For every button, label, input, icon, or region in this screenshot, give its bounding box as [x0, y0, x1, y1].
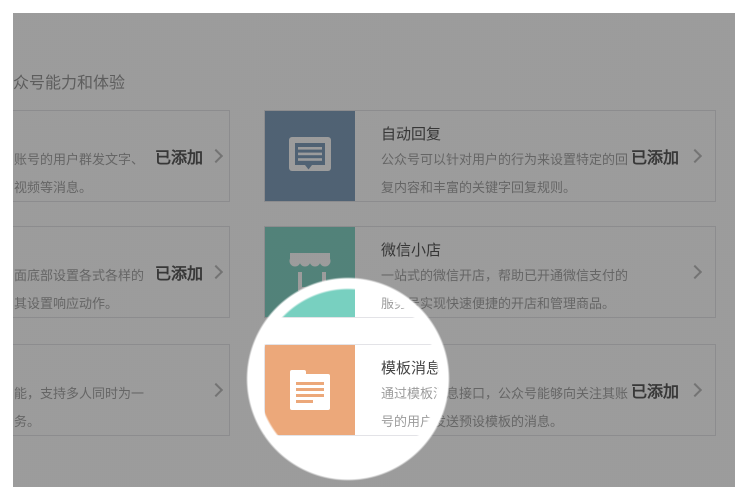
page: 众号能力和体验 账号的用户群发文字、 视频等消息。 已添加 自动回复 公众号可以…	[0, 0, 750, 500]
content-viewport: 众号能力和体验 账号的用户群发文字、 视频等消息。 已添加 自动回复 公众号可以…	[13, 13, 735, 487]
guide-dim-overlay[interactable]	[13, 13, 735, 487]
spotlight-circle	[257, 288, 439, 470]
